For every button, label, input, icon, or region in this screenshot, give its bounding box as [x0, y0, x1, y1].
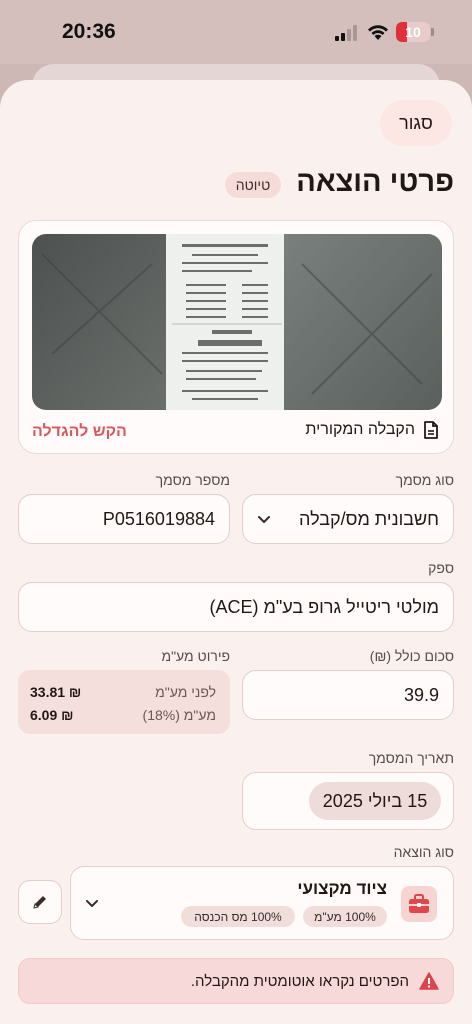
before-vat-label: לפני מע"מ [155, 684, 216, 700]
chevron-down-icon [86, 900, 98, 907]
category-icon-box [401, 886, 437, 922]
supplier-value: מולטי ריטייל גרופ בע"מ (ACE) [209, 597, 439, 617]
status-bar: 20:36 10 [0, 0, 472, 64]
briefcase-icon [409, 894, 429, 913]
total-amount-field[interactable]: 39.9 [242, 670, 454, 720]
vat-breakdown-label: פירוט מע"מ [161, 648, 230, 664]
document-type-label: סוג מסמך [395, 472, 454, 488]
alert-text: הפרטים נקראו אוטומטית מהקבלה. [190, 972, 409, 990]
zoom-link[interactable]: הקש להגדלה [32, 423, 127, 441]
auto-read-alert: הפרטים נקראו אוטומטית מהקבלה. [18, 958, 454, 1004]
chevron-down-icon [258, 516, 270, 523]
receipt-caption: הקבלה המקורית [305, 421, 439, 439]
receipt-caption-text: הקבלה המקורית [305, 421, 415, 438]
expense-type-label: סוג הוצאה [393, 844, 454, 860]
warning-icon [419, 972, 439, 990]
expense-category-select[interactable]: ציוד מקצועי 100% מע"מ 100% מס הכנסה [70, 866, 454, 940]
document-number-field[interactable]: P0516019884 [18, 494, 230, 544]
receipt-card[interactable]: הקבלה המקורית הקש להגדלה [18, 220, 454, 454]
status-badge: טיוטה [225, 172, 281, 198]
close-button[interactable]: סגור [380, 100, 452, 146]
supplier-label: ספק [428, 560, 454, 576]
battery-level: 10 [405, 24, 421, 40]
edit-category-button[interactable] [18, 880, 62, 924]
vat-breakdown: 33.81 ₪ לפני מע"מ 6.09 ₪ מע"מ (18%) [18, 670, 230, 734]
pencil-icon [33, 896, 46, 909]
document-icon [424, 421, 438, 439]
document-number-label: מספר מסמך [155, 472, 230, 488]
status-time: 20:36 [62, 20, 116, 43]
document-number-value: P0516019884 [102, 508, 215, 529]
document-type-value: חשבונית מס/קבלה [299, 509, 439, 529]
wifi-icon [368, 25, 388, 40]
signal-icon [335, 25, 357, 41]
receipt-photo [32, 234, 442, 410]
vat-label: מע"מ (18%) [142, 707, 216, 723]
total-amount-value: 39.9 [403, 684, 439, 705]
total-label: סכום כולל (₪) [369, 648, 454, 664]
battery-nub [431, 28, 434, 36]
document-date-label: תאריך המסמך [368, 750, 454, 766]
battery-indicator: 10 [396, 22, 430, 42]
vat-value: 6.09 ₪ [30, 707, 74, 723]
date-chip[interactable]: 15 ביולי 2025 [309, 782, 441, 820]
page-title: פרטי הוצאה [296, 166, 454, 198]
supplier-field[interactable]: מולטי ריטייל גרופ בע"מ (ACE) [18, 582, 454, 632]
category-name: ציוד מקצועי [297, 879, 387, 898]
document-type-select[interactable]: חשבונית מס/קבלה [242, 494, 454, 544]
receipt-image[interactable] [32, 234, 442, 410]
before-vat-value: 33.81 ₪ [30, 684, 82, 700]
tag-vat: 100% מע"מ [303, 906, 387, 927]
tag-income-tax: 100% מס הכנסה [181, 906, 295, 927]
